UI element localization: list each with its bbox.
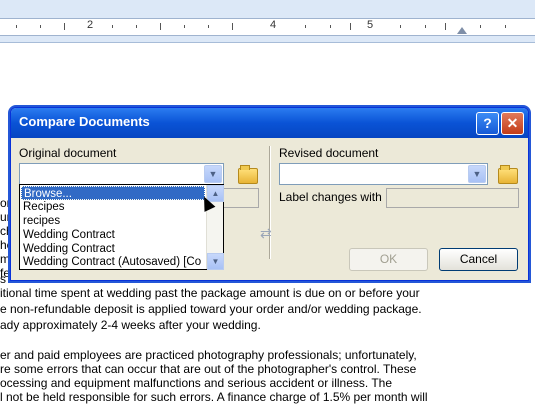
dropdown-item[interactable]: Wedding Contract bbox=[21, 228, 207, 242]
doc-line: itional time spent at wedding past the p… bbox=[0, 286, 420, 300]
column-divider bbox=[269, 146, 271, 259]
doc-line: s bbox=[0, 272, 6, 286]
original-document-label: Original document bbox=[19, 146, 117, 160]
label-changes-with-field[interactable] bbox=[386, 188, 519, 208]
dropdown-item-browse[interactable]: Browse... bbox=[21, 186, 205, 200]
scroll-down-icon[interactable]: ▼ bbox=[207, 253, 224, 270]
swap-arrows-icon[interactable]: ⇄ bbox=[260, 225, 272, 242]
doc-line: ocessing and equipment malfunctions and … bbox=[0, 376, 393, 390]
folder-open-icon[interactable] bbox=[238, 165, 258, 184]
close-button[interactable]: ✕ bbox=[501, 112, 524, 135]
chevron-down-icon[interactable]: ▼ bbox=[204, 165, 222, 183]
dropdown-item[interactable]: Wedding Contract bbox=[21, 242, 207, 256]
revised-document-label: Revised document bbox=[279, 146, 379, 160]
dialog-titlebar[interactable]: Compare Documents ? ✕ bbox=[11, 108, 528, 138]
ok-button[interactable]: OK bbox=[349, 248, 428, 271]
doc-line: re some errors that can occur that are o… bbox=[0, 362, 417, 376]
label-changes-with-label: Label changes with bbox=[279, 190, 382, 204]
original-document-dropdown-list[interactable]: Browse... Recipes recipes Wedding Contra… bbox=[19, 184, 224, 270]
revised-document-combo[interactable]: ▼ bbox=[279, 163, 488, 185]
doc-line: ady approximately 2-4 weeks after your w… bbox=[0, 318, 261, 332]
cancel-button[interactable]: Cancel bbox=[439, 248, 518, 271]
dropdown-item[interactable]: Wedding Contract (Autosaved) [Co bbox=[21, 255, 207, 269]
folder-open-icon[interactable] bbox=[498, 165, 518, 184]
dropdown-item[interactable]: recipes bbox=[21, 214, 207, 228]
doc-line: er and paid employees are practiced phot… bbox=[0, 348, 417, 362]
dropdown-item[interactable]: Recipes bbox=[21, 200, 207, 214]
original-document-combo[interactable]: ▼ bbox=[19, 163, 224, 185]
chevron-down-icon[interactable]: ▼ bbox=[468, 165, 486, 183]
dialog-title: Compare Documents bbox=[19, 114, 150, 129]
help-button[interactable]: ? bbox=[476, 112, 499, 135]
doc-line: e non-refundable deposit is applied towa… bbox=[0, 302, 422, 316]
doc-line: l not be held responsible for such error… bbox=[0, 390, 428, 404]
